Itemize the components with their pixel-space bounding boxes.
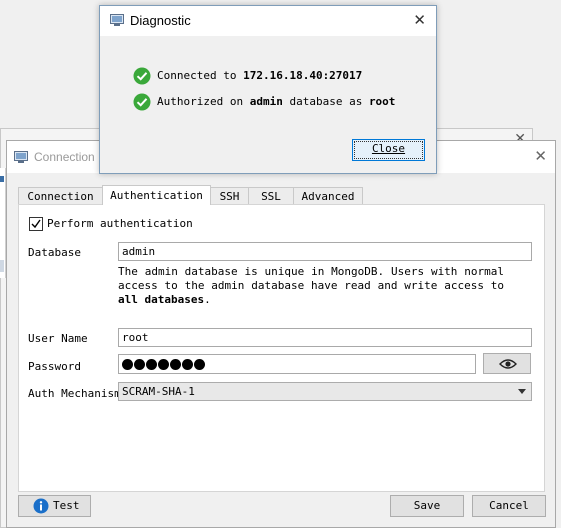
window-icon bbox=[110, 14, 124, 26]
database-label: Database bbox=[28, 246, 81, 259]
password-dot bbox=[122, 359, 133, 370]
password-dot bbox=[182, 359, 193, 370]
perform-auth-checkbox[interactable] bbox=[29, 217, 43, 231]
tab-connection[interactable]: Connection bbox=[18, 187, 103, 204]
save-button[interactable]: Save bbox=[390, 495, 464, 517]
tab-authentication[interactable]: Authentication bbox=[102, 185, 211, 205]
window-title: Connection bbox=[34, 150, 95, 164]
authentication-panel: Perform authentication Database admin Th… bbox=[18, 204, 545, 492]
password-label: Password bbox=[28, 360, 81, 373]
auth-mechanism-select[interactable]: SCRAM-SHA-1 bbox=[118, 382, 532, 401]
close-icon[interactable]: ✕ bbox=[413, 11, 426, 29]
show-password-button[interactable] bbox=[483, 353, 531, 374]
password-dot bbox=[146, 359, 157, 370]
password-dot bbox=[158, 359, 169, 370]
check-circle-icon bbox=[133, 67, 151, 85]
password-dot bbox=[170, 359, 181, 370]
database-help-text: The admin database is unique in MongoDB.… bbox=[118, 265, 504, 306]
eye-icon bbox=[499, 359, 517, 369]
tab-ssh[interactable]: SSH bbox=[210, 187, 249, 204]
chevron-down-icon bbox=[518, 389, 526, 394]
password-dot bbox=[134, 359, 145, 370]
close-icon[interactable]: ✕ bbox=[534, 147, 547, 165]
window-icon bbox=[14, 151, 28, 163]
info-icon bbox=[33, 498, 49, 514]
username-label: User Name bbox=[28, 332, 88, 345]
database-input[interactable]: admin bbox=[118, 242, 532, 261]
check-circle-icon bbox=[133, 93, 151, 111]
test-button[interactable]: Test bbox=[18, 495, 91, 517]
cancel-button[interactable]: Cancel bbox=[472, 495, 546, 517]
dialog-title: Diagnostic bbox=[130, 13, 191, 28]
connection-settings-window: Connection ✕ Connection Authentication S… bbox=[6, 140, 556, 528]
tab-advanced[interactable]: Advanced bbox=[293, 187, 363, 204]
perform-auth-label: Perform authentication bbox=[47, 217, 193, 230]
auth-mechanism-label: Auth Mechanism bbox=[28, 387, 121, 400]
checkmark-icon bbox=[31, 219, 41, 229]
password-dot bbox=[194, 359, 205, 370]
password-mask bbox=[122, 358, 206, 370]
close-button[interactable]: Close bbox=[352, 139, 425, 161]
diagnostic-dialog: Diagnostic ✕ Connected to 172.16.18.40:2… bbox=[99, 5, 437, 174]
dialog-titlebar: Diagnostic ✕ bbox=[100, 6, 436, 36]
username-input[interactable]: root bbox=[118, 328, 532, 347]
password-input[interactable] bbox=[118, 354, 476, 374]
tab-ssl[interactable]: SSL bbox=[248, 187, 294, 204]
